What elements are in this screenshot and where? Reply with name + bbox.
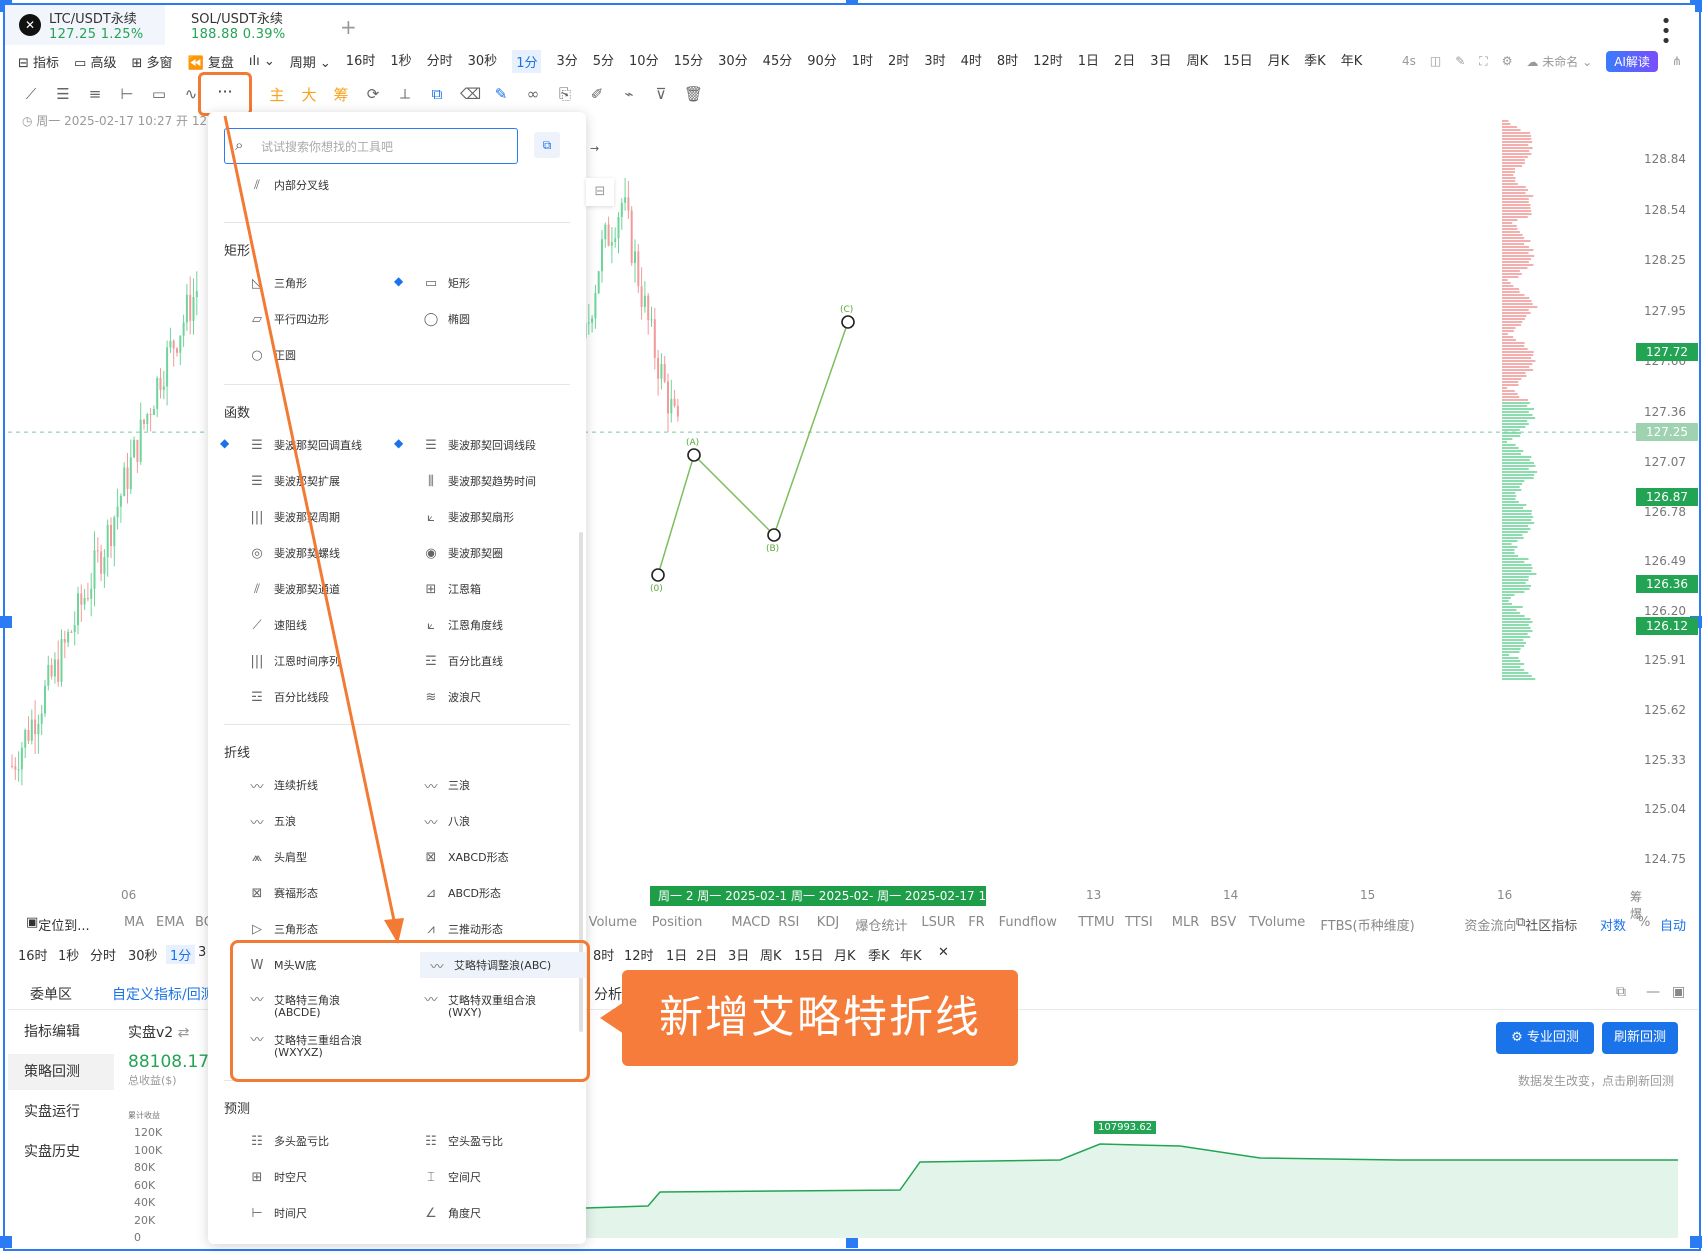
callout-pointer — [600, 1002, 624, 1034]
callout-label: 新增艾略特折线 — [622, 970, 1018, 1066]
arrow-head — [384, 918, 404, 944]
arrow-shaft — [223, 115, 398, 931]
